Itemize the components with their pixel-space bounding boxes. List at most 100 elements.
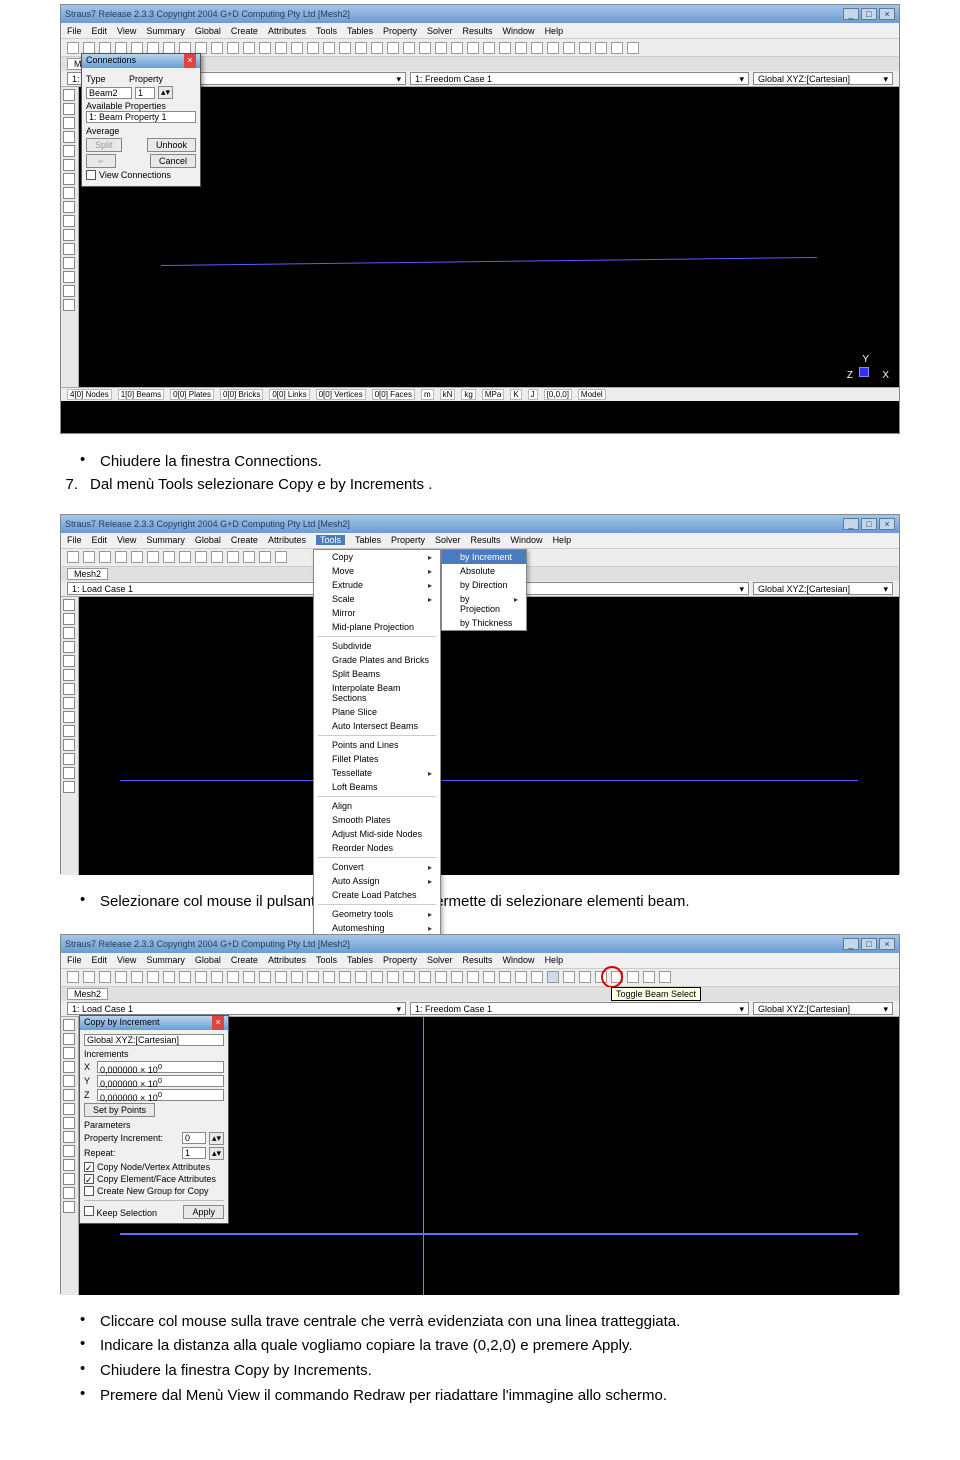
menu-attributes[interactable]: Attributes <box>268 26 306 36</box>
menu-create[interactable]: Create <box>231 26 258 36</box>
toolbar-icon[interactable] <box>579 971 591 983</box>
toolbar-icon[interactable] <box>179 551 191 563</box>
toolbar-icon[interactable] <box>67 42 79 54</box>
toolbar-icon[interactable] <box>275 971 287 983</box>
coord-combo[interactable]: Global XYZ:[Cartesian]▾ <box>753 1002 893 1015</box>
toolbar-icon[interactable] <box>227 42 239 54</box>
side-icon[interactable] <box>63 1117 75 1129</box>
side-icon[interactable] <box>63 1201 75 1213</box>
menu-item[interactable]: Adjust Mid-side Nodes <box>314 827 440 841</box>
toolbar-icon[interactable] <box>547 42 559 54</box>
checkbox-icon[interactable]: ✓ <box>84 1174 94 1184</box>
menu-item[interactable]: Fillet Plates <box>314 752 440 766</box>
checkbox-icon[interactable] <box>84 1186 94 1196</box>
menu-file[interactable]: File <box>67 26 82 36</box>
toolbar-icon[interactable] <box>83 971 95 983</box>
toolbar-icon[interactable] <box>467 42 479 54</box>
toolbar-icon[interactable] <box>451 42 463 54</box>
side-icon[interactable] <box>63 1145 75 1157</box>
unhook-button[interactable]: Unhook <box>147 138 196 152</box>
toolbar-icon[interactable] <box>467 971 479 983</box>
toolbar-icon[interactable] <box>67 551 79 563</box>
tab-mesh2[interactable]: Mesh2 <box>67 988 108 1000</box>
toolbar-icon[interactable] <box>259 42 271 54</box>
menu-item-mirror[interactable]: Mirror <box>314 606 440 620</box>
split-button[interactable]: Split <box>86 138 122 152</box>
toolbar-icon[interactable] <box>243 971 255 983</box>
menu-tools[interactable]: Tools <box>316 955 337 965</box>
menu-item[interactable]: Geometry tools <box>314 907 440 921</box>
side-icon[interactable] <box>63 1089 75 1101</box>
side-icon[interactable] <box>63 613 75 625</box>
toolbar-icon[interactable] <box>371 971 383 983</box>
menu-property[interactable]: Property <box>391 535 425 545</box>
toolbar-icon[interactable] <box>355 971 367 983</box>
spin-icon[interactable]: ▴▾ <box>158 86 173 99</box>
max-button[interactable]: □ <box>861 8 877 20</box>
menu-item[interactable]: Tessellate <box>314 766 440 780</box>
toolbar-icon[interactable] <box>147 42 159 54</box>
side-icon[interactable] <box>63 655 75 667</box>
menu-global[interactable]: Global <box>195 26 221 36</box>
close-icon[interactable]: × <box>184 54 196 68</box>
side-icon[interactable] <box>63 683 75 695</box>
toolbar-icon[interactable] <box>291 971 303 983</box>
toolbar-icon[interactable] <box>195 551 207 563</box>
menu-item[interactable]: Reorder Nodes <box>314 841 440 855</box>
toolbar-icon[interactable] <box>99 42 111 54</box>
side-icon[interactable] <box>63 117 75 129</box>
toolbar-icon[interactable] <box>163 971 175 983</box>
menu-window[interactable]: Window <box>503 26 535 36</box>
toolbar-icon[interactable] <box>227 971 239 983</box>
close-icon[interactable]: × <box>212 1016 224 1030</box>
toolbar-icon[interactable] <box>435 42 447 54</box>
join-button[interactable]: ⌐ <box>86 154 116 168</box>
menu-item[interactable]: Smooth Plates <box>314 813 440 827</box>
side-icon[interactable] <box>63 257 75 269</box>
menu-window[interactable]: Window <box>511 535 543 545</box>
toolbar-icon[interactable] <box>243 42 255 54</box>
toolbar-icon[interactable] <box>131 551 143 563</box>
toolbar-icon[interactable] <box>419 42 431 54</box>
spin-icon[interactable]: ▴▾ <box>209 1147 224 1160</box>
side-icon[interactable] <box>63 599 75 611</box>
toolbar-icon[interactable] <box>291 42 303 54</box>
coord-combo[interactable]: Global XYZ:[Cartesian] <box>84 1034 224 1046</box>
propinc-input[interactable]: 0 <box>182 1132 206 1144</box>
side-icon[interactable] <box>63 697 75 709</box>
toolbar-icon[interactable] <box>115 971 127 983</box>
toolbar-icon[interactable] <box>339 42 351 54</box>
menu-file[interactable]: File <box>67 955 82 965</box>
toolbar-icon[interactable] <box>147 971 159 983</box>
menu-item-scale[interactable]: Scale <box>314 592 440 606</box>
tab-mesh2[interactable]: Mesh2 <box>67 568 108 580</box>
toolbar-icon[interactable] <box>451 971 463 983</box>
dialog-titlebar[interactable]: Copy by Increment × <box>80 1016 228 1030</box>
menu-solver[interactable]: Solver <box>435 535 461 545</box>
menu-create[interactable]: Create <box>231 955 258 965</box>
menu-window[interactable]: Window <box>503 955 535 965</box>
menu-tables[interactable]: Tables <box>347 26 373 36</box>
side-icon[interactable] <box>63 243 75 255</box>
z-input[interactable]: 0,000000 × 100 <box>97 1089 224 1101</box>
side-icon[interactable] <box>63 215 75 227</box>
side-icon[interactable] <box>63 1131 75 1143</box>
side-icon[interactable] <box>63 173 75 185</box>
toolbar-icon[interactable] <box>579 42 591 54</box>
toolbar-icon[interactable] <box>499 971 511 983</box>
max-button[interactable]: □ <box>861 518 877 530</box>
menu-tools[interactable]: Tools <box>316 26 337 36</box>
apply-button[interactable]: Apply <box>183 1205 224 1219</box>
menu-view[interactable]: View <box>117 26 136 36</box>
toolbar-icon[interactable] <box>323 971 335 983</box>
menu-global[interactable]: Global <box>195 535 221 545</box>
menu-edit[interactable]: Edit <box>92 535 108 545</box>
toolbar-icon[interactable] <box>627 42 639 54</box>
side-icon[interactable] <box>63 1061 75 1073</box>
toolbar-icon[interactable] <box>275 551 287 563</box>
side-icon[interactable] <box>63 1103 75 1115</box>
beam-element[interactable] <box>120 1233 858 1235</box>
menu-item[interactable]: Loft Beams <box>314 780 440 794</box>
toolbar-icon[interactable] <box>611 42 623 54</box>
menu-results[interactable]: Results <box>471 535 501 545</box>
